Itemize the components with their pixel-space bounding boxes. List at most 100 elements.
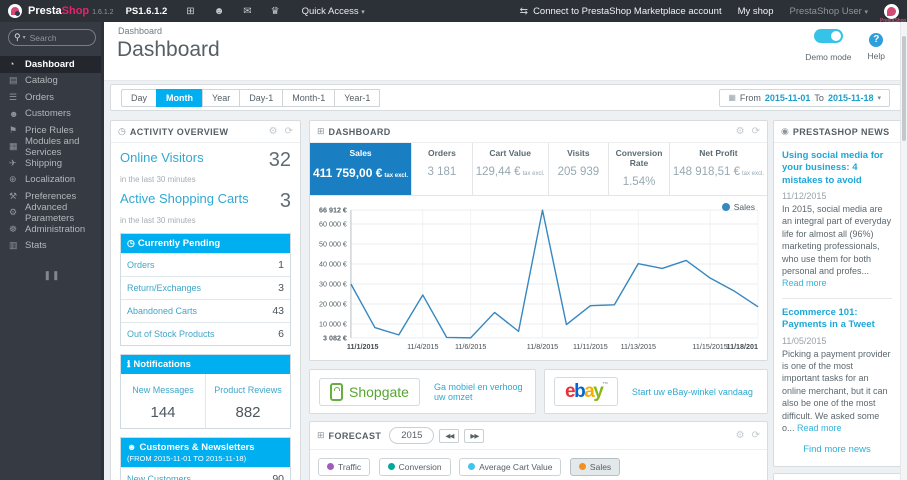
range-year-button[interactable]: Year [202, 88, 241, 107]
metric-tab-conversion-rate[interactable]: Conversion Rate 1.54% [608, 143, 669, 195]
find-more-news-link[interactable]: Find more news [782, 444, 892, 455]
range-month-1-button[interactable]: Month-1 [282, 88, 336, 107]
shopgate-link[interactable]: Ga mobiel en verhoog uw omzet [434, 382, 526, 402]
news-article-date: 11/05/2015 [782, 335, 827, 346]
average-cart-value-dot [468, 463, 476, 470]
date-range-toolbar: Day Month Year Day-1 Month-1 Year-1 ▦ Fr… [110, 84, 901, 111]
gear-icon[interactable]: ⚙ [736, 430, 745, 441]
sidebar-item-catalog[interactable]: ▤ Catalog [0, 73, 104, 90]
traffic-dot [327, 463, 334, 470]
active-carts-link[interactable]: Active Shopping Carts [120, 191, 249, 206]
pending-row-orders: Orders 1 [121, 253, 290, 276]
refresh-icon[interactable]: ⟳ [285, 126, 293, 137]
scrollbar[interactable] [900, 22, 907, 480]
forecast-legend-conversion[interactable]: Conversion [378, 457, 451, 476]
svg-text:20 000 €: 20 000 € [319, 301, 347, 309]
metric-tab-visits[interactable]: Visits 205 939 [547, 143, 609, 195]
currently-pending-section: ◷ Currently Pending Orders 1 Return/Excha… [120, 233, 291, 346]
user-menu[interactable]: PrestaShop User ▾ [790, 6, 869, 17]
range-day-1-button[interactable]: Day-1 [239, 88, 284, 107]
ebay-logo[interactable]: ebay™ [554, 377, 618, 406]
chart-legend[interactable]: Sales [721, 202, 755, 212]
returns-link[interactable]: Return/Exchanges [127, 283, 201, 293]
forecast-legend-sales[interactable]: Sales [569, 457, 621, 476]
prestashop-dashboard: Presta Shop 1.6.1.2 PS1.6.1.2 ⊞ ☻ ✉ ♛ Qu… [0, 0, 907, 480]
sidebar-item-localization[interactable]: ⊕ Localization [0, 172, 104, 189]
svg-text:30 000 €: 30 000 € [319, 281, 347, 289]
shopgate-logo[interactable]: Shopgate [319, 377, 420, 406]
sidebar-item-advanced-parameters[interactable]: ⚙ Advanced Parameters [0, 202, 104, 224]
catalog-icon: ▤ [9, 75, 18, 86]
svg-text:11/11/2015: 11/11/2015 [573, 343, 608, 351]
trophy-icon[interactable]: ♛ [271, 6, 280, 17]
pending-row-abandoned-carts: Abandoned Carts 43 [121, 299, 290, 322]
shopgate-ad: Shopgate Ga mobiel en verhoog uw omzet [309, 369, 536, 414]
sidebar-collapse-button[interactable]: ❚❚ [0, 270, 104, 281]
out-of-stock-link[interactable]: Out of Stock Products [127, 329, 215, 339]
forecast-legend-traffic[interactable]: Traffic [318, 457, 371, 476]
scrollbar-thumb[interactable] [902, 36, 906, 141]
sidebar-item-customers[interactable]: ☻ Customers [0, 106, 104, 123]
read-more-link[interactable]: Read more [782, 278, 827, 288]
metric-tab-net-profit[interactable]: Net Profit 148 918,51 € tax excl. [668, 143, 768, 195]
forecast-year[interactable]: 2015 [389, 427, 435, 444]
online-visitors-link[interactable]: Online Visitors [120, 150, 204, 165]
forecast-prev-button[interactable]: ◀◀ [439, 428, 460, 443]
forecast-panel-title: FORECAST [328, 430, 382, 441]
forecast-legend-average-cart-value[interactable]: Average Cart Value [459, 457, 562, 476]
orders-icon: ☰ [9, 91, 18, 102]
news-article-title[interactable]: Ecommerce 101: Payments in a Tweet [782, 307, 892, 332]
sidebar-search[interactable]: ⚲ ▾ [8, 29, 96, 46]
range-year-1-button[interactable]: Year-1 [334, 88, 381, 107]
sidebar-item-dashboard[interactable]: ◔ Dashboard [0, 56, 104, 73]
news-article-title[interactable]: Using social media for your business: 4 … [782, 150, 892, 187]
sidebar-item-stats[interactable]: ▥ Stats [0, 238, 104, 255]
product-reviews-link[interactable]: Product Reviews [214, 385, 282, 395]
ebay-link[interactable]: Start uw eBay-winkel vandaag [632, 387, 753, 397]
orders-link[interactable]: Orders [127, 260, 155, 270]
sales-chart-container: Sales 3 082 € 10 000 € 20 000 € 30 000 € 40 … [310, 196, 767, 360]
messages-icon[interactable]: ✉ [243, 6, 251, 17]
forecast-next-button[interactable]: ▶▶ [464, 428, 485, 443]
search-input[interactable] [27, 31, 84, 44]
avatar[interactable]: PrestaShop [880, 3, 906, 24]
svg-text:60 000 €: 60 000 € [319, 220, 347, 228]
tips-of-the-day-panel: ✦ TIPS OF THE DAY ingenico Paymentservic… [773, 473, 901, 480]
activity-panel-title: ACTIVITY OVERVIEW [129, 126, 229, 137]
quick-access-menu[interactable]: Quick Access ▾ [302, 6, 365, 17]
product-reviews-cell: Product Reviews 882 [214, 385, 282, 421]
abandoned-carts-link[interactable]: Abandoned Carts [127, 306, 197, 316]
prestashop-logo-icon[interactable] [8, 4, 22, 18]
customers-icon[interactable]: ☻ [214, 6, 225, 17]
online-visitors-value: 32 [268, 150, 291, 170]
new-customers-row: New Customers 90 [121, 467, 290, 480]
help-icon[interactable]: ? [869, 33, 884, 47]
gear-icon[interactable]: ⚙ [269, 126, 278, 137]
brand-wordmark[interactable]: Presta Shop 1.6.1.2 [28, 5, 114, 17]
cart-icon[interactable]: ⊞ [186, 6, 194, 17]
metric-tab-orders[interactable]: Orders 3 181 [411, 143, 472, 195]
page-title: Dashboard [117, 38, 220, 61]
range-day-button[interactable]: Day [121, 88, 158, 107]
gear-icon[interactable]: ⚙ [736, 126, 745, 137]
svg-text:11/6/2015: 11/6/2015 [455, 343, 486, 351]
new-customers-link[interactable]: New Customers [127, 474, 191, 480]
demo-mode-toggle[interactable] [813, 29, 843, 43]
advanced-parameters-icon: ⚙ [9, 207, 18, 218]
breadcrumb[interactable]: Dashboard [118, 26, 162, 36]
my-shop-link[interactable]: My shop [738, 6, 774, 17]
refresh-icon[interactable]: ⟳ [752, 126, 760, 137]
date-range-button[interactable]: ▦ From 2015-11-01 To 2015-11-18 ▾ [719, 88, 890, 107]
sidebar-item-orders[interactable]: ☰ Orders [0, 89, 104, 106]
range-month-button[interactable]: Month [156, 88, 204, 107]
marketplace-link[interactable]: ⇆ Connect to PrestaShop Marketplace acco… [520, 6, 722, 17]
notifications-icon: ℹ [127, 359, 131, 369]
read-more-link[interactable]: Read more [797, 423, 842, 433]
metric-tab-sales[interactable]: Sales 411 759,00 € tax excl. [310, 143, 412, 195]
metric-tab-cart-value[interactable]: Cart Value 129,44 € tax excl. [471, 143, 548, 195]
refresh-icon[interactable]: ⟳ [752, 430, 760, 441]
new-messages-link[interactable]: New Messages [132, 385, 194, 395]
activity-icon: ◷ [118, 126, 126, 136]
svg-text:50 000 €: 50 000 € [319, 240, 347, 248]
sidebar-item-modules[interactable]: ▦ Modules and Services [0, 136, 104, 158]
